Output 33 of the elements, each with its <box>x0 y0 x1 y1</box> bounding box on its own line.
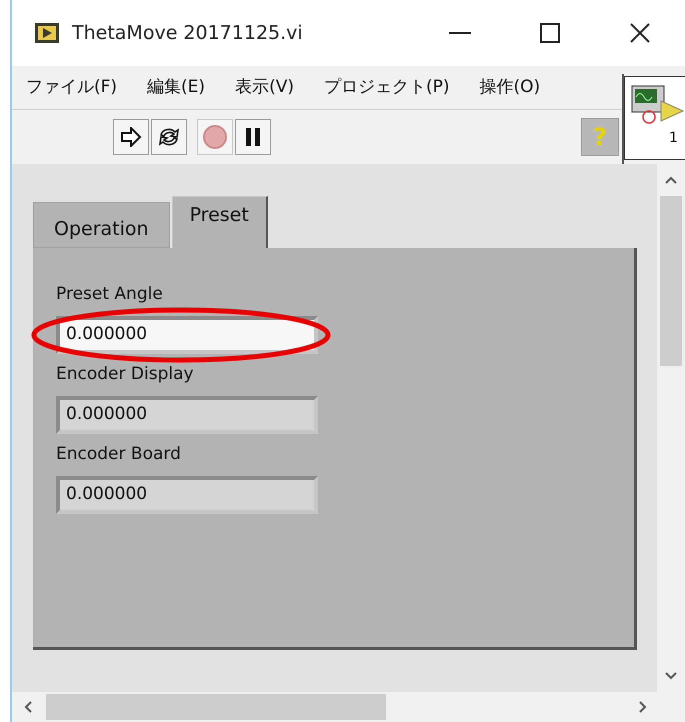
maximize-icon <box>540 23 560 43</box>
numeric-input[interactable]: 0.000000 <box>56 316 318 354</box>
scroll-thumb[interactable] <box>660 196 682 366</box>
run-button[interactable] <box>113 119 149 155</box>
stop-icon <box>202 124 228 150</box>
run-continuously-button[interactable] <box>151 119 187 155</box>
arrow-icon <box>120 127 142 147</box>
scroll-right-icon[interactable] <box>639 701 647 713</box>
numeric-display: 0.000000 <box>56 396 318 434</box>
scroll-thumb[interactable] <box>46 694 386 720</box>
pause-button[interactable] <box>235 119 271 155</box>
field-label: Encoder Display <box>56 363 195 386</box>
menu-item[interactable]: 操作(O) <box>480 74 540 100</box>
loop-arrows-icon <box>157 126 181 148</box>
field-label: Encoder Board <box>56 443 182 466</box>
connector-label: 1 <box>669 131 678 145</box>
app-icon <box>34 22 60 44</box>
minimize-icon <box>449 32 471 34</box>
scroll-up-icon[interactable] <box>665 176 677 184</box>
numeric-display: 0.000000 <box>56 476 318 514</box>
scroll-down-icon[interactable] <box>665 672 677 680</box>
field-label: Preset Angle <box>56 283 164 306</box>
horizontal-scrollbar[interactable] <box>12 692 685 722</box>
window-title: ThetaMove 20171125.vi <box>72 20 303 46</box>
menu-item[interactable]: ファイル(F) <box>26 74 118 100</box>
menu-item[interactable]: 編集(E) <box>147 74 206 100</box>
tab[interactable]: Preset <box>172 196 268 248</box>
tab[interactable]: Operation <box>33 202 170 248</box>
menu-item[interactable]: プロジェクト(P) <box>324 74 450 100</box>
menu-item[interactable]: 表示(V) <box>235 74 294 100</box>
pause-icon <box>245 128 261 146</box>
scroll-left-icon[interactable] <box>24 701 32 713</box>
close-icon <box>630 23 650 43</box>
